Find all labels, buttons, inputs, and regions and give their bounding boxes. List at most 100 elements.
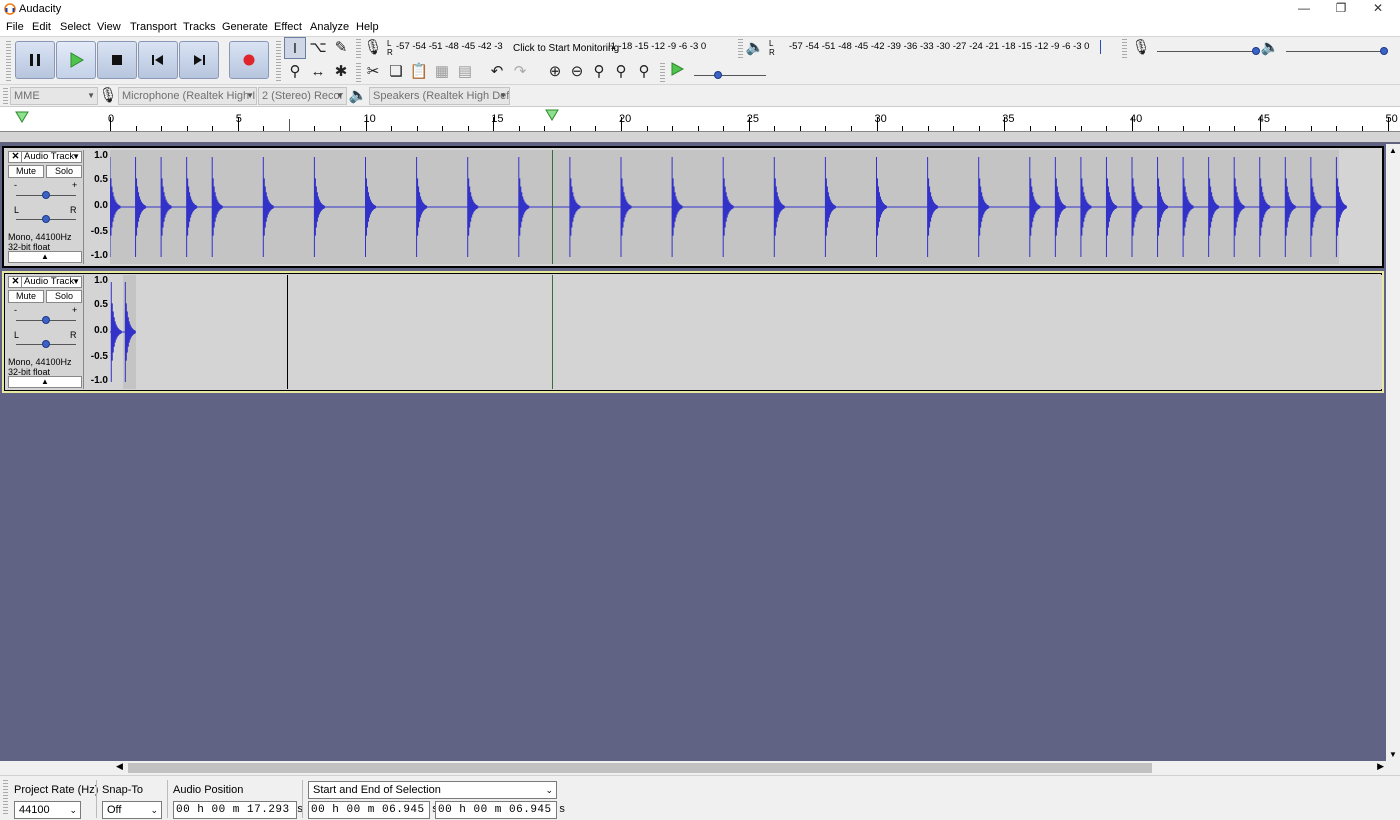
pan-knob[interactable] [42,340,50,348]
recording-volume-slider[interactable] [1157,51,1257,52]
zoom-toggle-icon[interactable]: ⚲ [633,61,655,83]
track-name-menu[interactable]: ✕ Audio Track ▼ [8,276,82,288]
multi-tool-icon[interactable]: ✱ [330,61,352,83]
draw-tool-icon[interactable]: ✎ [330,37,352,59]
menu-analyze[interactable]: Analyze [310,21,349,33]
project-rate-select[interactable]: 44100 ⌄ [14,801,81,819]
close-track-icon[interactable]: ✕ [10,277,22,287]
toolbar-grip[interactable] [356,39,361,59]
gain-knob[interactable] [42,316,50,324]
cut-icon[interactable]: ✂ [362,61,384,83]
play-meter-scale[interactable]: -57 -54 -51 -48 -45 -42 -39 -36 -33 -30 … [789,41,1089,52]
amplitude-scale[interactable]: 1.0 0.5 0.0 -0.5 -1.0 [85,150,110,264]
waveform-area[interactable] [110,275,1382,389]
mute-button[interactable]: Mute [8,290,44,303]
track-control-panel[interactable]: ✕ Audio Track ▼ Mute Solo - + L R Mono, 44100Hz 32… [6,150,84,264]
playhead-marker-icon[interactable] [544,109,560,121]
undo-icon[interactable]: ↶ [486,61,508,83]
record-button[interactable] [229,41,269,79]
pan-knob[interactable] [42,215,50,223]
toolbar-grip[interactable] [6,41,11,81]
playback-volume-slider[interactable] [1286,51,1386,52]
menu-effect[interactable]: Effect [274,21,302,33]
skip-to-start-button[interactable] [138,41,178,79]
menu-edit[interactable]: Edit [32,21,51,33]
menu-transport[interactable]: Transport [130,21,177,33]
close-icon[interactable]: ✕ [1355,0,1400,19]
timeline-ruler[interactable]: 0 5 10 15 20 25 30 35 40 45 50 [0,106,1400,132]
toolbar-grip[interactable] [738,39,743,59]
playback-volume-knob[interactable] [1380,47,1388,55]
recording-device-select[interactable]: Microphone (Realtek High I ▼ [118,87,257,105]
speaker-icon[interactable]: 🔈 [744,37,766,59]
selection-start-field[interactable]: 00 h 00 m 06.945 s [308,801,438,819]
waveform-area[interactable] [110,150,1382,264]
play-speed-slider[interactable] [694,75,766,76]
menu-file[interactable]: File [6,21,24,33]
start-monitoring-prompt[interactable]: Click to Start Monitoring [513,43,619,54]
toolbar-grip[interactable] [3,88,8,104]
scroll-left-icon[interactable]: ◀ [116,761,123,772]
selection-tool-icon[interactable]: I [284,37,306,59]
menu-select[interactable]: Select [60,21,91,33]
tracks-panel[interactable]: ✕ Audio Track ▼ Mute Solo - + L R Mono, 44100Hz 32… [0,144,1386,761]
horizontal-scroll-thumb[interactable] [128,763,1152,773]
fit-project-icon[interactable]: ⚲ [610,61,632,83]
solo-button[interactable]: Solo [46,290,82,303]
play-speed-knob[interactable] [714,71,722,79]
paste-icon[interactable]: 📋 [408,61,430,83]
playback-device-select[interactable]: Speakers (Realtek High Defi ▼ [369,87,510,105]
track-control-panel[interactable]: ✕ Audio Track ▼ Mute Solo - + L R Mono, 44100Hz 32… [6,275,84,389]
toolbar-grip[interactable] [3,780,8,816]
menu-view[interactable]: View [97,21,121,33]
timeline-start-marker-icon[interactable] [14,110,30,124]
microphone-icon[interactable]: 🎙 [362,37,384,59]
zoom-tool-icon[interactable]: ⚲ [284,61,306,83]
pause-button[interactable] [15,41,55,79]
toolbar-grip[interactable] [660,63,665,83]
menu-generate[interactable]: Generate [222,21,268,33]
amplitude-scale[interactable]: 1.0 0.5 0.0 -0.5 -1.0 [85,275,110,389]
audio-position-field[interactable]: 00 h 00 m 17.293 s [173,801,303,819]
close-track-icon[interactable]: ✕ [10,152,22,162]
recording-channels-select[interactable]: 2 (Stereo) Recor ▼ [258,87,347,105]
stop-button[interactable] [97,41,137,79]
audio-track-2[interactable]: ✕ Audio Track ▼ Mute Solo - + L R Mono, 44100Hz 32… [2,271,1384,393]
copy-icon[interactable]: ❏ [385,61,407,83]
solo-button[interactable]: Solo [46,165,82,178]
audio-track-1[interactable]: ✕ Audio Track ▼ Mute Solo - + L R Mono, 44100Hz 32… [2,146,1384,268]
redo-icon[interactable]: ↷ [509,61,531,83]
scroll-down-icon[interactable]: ▼ [1389,750,1397,759]
trim-icon[interactable]: ▦ [431,61,453,83]
fit-selection-icon[interactable]: ⚲ [588,61,610,83]
scroll-up-icon[interactable]: ▲ [1389,146,1397,155]
time-shift-tool-icon[interactable]: ↔ [307,61,329,83]
collapse-track-button[interactable]: ▲ [8,376,82,388]
rec-meter-scale-right[interactable]: !1 -18 -15 -12 -9 -6 -3 0 [608,41,706,52]
mute-button[interactable]: Mute [8,165,44,178]
track-name-menu[interactable]: ✕ Audio Track ▼ [8,151,82,163]
rec-meter-scale-left[interactable]: -57 -54 -51 -48 -45 -42 -3 [396,41,503,52]
menu-help[interactable]: Help [356,21,379,33]
waveform-click [876,157,887,257]
zoom-out-icon[interactable]: ⊖ [566,61,588,83]
vertical-scrollbar[interactable]: ▲ ▼ [1386,144,1400,761]
play-at-speed-icon[interactable] [666,61,688,83]
skip-to-end-button[interactable] [179,41,219,79]
toolbar-grip[interactable] [1122,39,1127,59]
menu-tracks[interactable]: Tracks [183,21,216,33]
selection-end-field[interactable]: 00 h 00 m 06.945 s [435,801,565,819]
selection-mode-select[interactable]: Start and End of Selection ⌄ [308,781,557,799]
gain-knob[interactable] [42,191,50,199]
snap-to-select[interactable]: Off ⌄ [102,801,162,819]
envelope-tool-icon[interactable]: ⌥ [307,37,329,59]
silence-icon[interactable]: ▤ [454,61,476,83]
audio-host-select[interactable]: MME ▼ [10,87,98,105]
chevron-down-icon: ⌄ [545,785,553,795]
toolbar-grip[interactable] [276,41,281,81]
play-button[interactable] [56,41,96,79]
toolbar-grip[interactable] [356,63,361,83]
collapse-track-button[interactable]: ▲ [8,251,82,263]
zoom-in-icon[interactable]: ⊕ [544,61,566,83]
scroll-right-icon[interactable]: ▶ [1377,761,1384,772]
